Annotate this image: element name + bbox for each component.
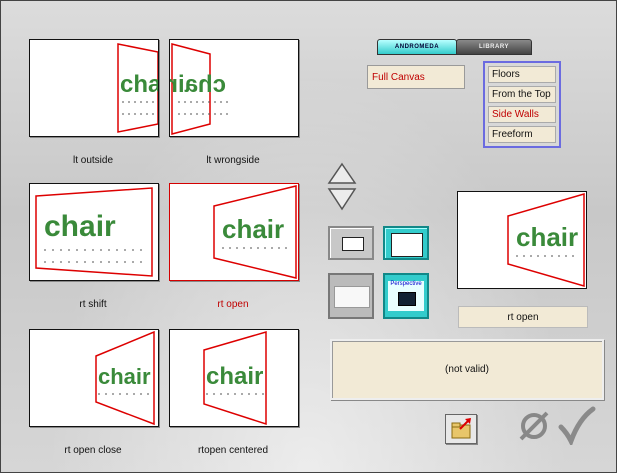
arrow-buttons [327,162,357,211]
menu-item-freeform[interactable]: Freeform [488,126,556,143]
picture-icon [398,292,416,306]
thumbnail-art: chair [170,43,230,135]
landscape-format-button[interactable] [328,226,374,260]
app-window: chair lt outside chair lt wrongside chai… [0,0,617,473]
arrow-up-icon[interactable] [327,162,357,184]
svg-text:chair: chair [516,222,578,252]
menu-item-floors[interactable]: Floors [488,66,556,83]
preview-art: chair [507,193,585,287]
thumbnail-caption: rt shift [79,299,107,310]
thumbnail-lt-wrongside[interactable]: chair [169,39,299,137]
wall-type-menu: Floors From the Top Side Walls Freeform [483,61,561,148]
canvas-dropdown[interactable]: Full Canvas [367,65,465,89]
fit-format-button[interactable] [383,226,429,260]
thumbnail-rt-open[interactable]: chair [169,183,299,281]
svg-text:chair: chair [170,71,226,98]
tab-andromeda[interactable]: ANDROMEDA [377,39,457,55]
thumbnail-art: chair [35,187,153,277]
canvas-preview-icon [334,286,370,308]
thumbnail-caption: rt open [217,299,249,310]
perspective-icon: Perspective [388,281,424,311]
thumbnail-rtopen-centered[interactable]: chair [169,329,299,427]
frame-icon [391,233,423,257]
perspective-button[interactable]: Perspective [383,273,429,319]
tab-library[interactable]: LIBRARY [456,39,532,55]
svg-text:chair: chair [206,363,263,390]
thumbnail-caption: rt open close [64,445,122,456]
thumbnail-rt-shift[interactable]: chair [29,183,159,281]
thumbnail-art: chair [213,185,297,279]
thumbnail-caption: rtopen centered [197,445,269,456]
thumbnail-caption: lt outside [72,155,114,166]
blank-canvas-button[interactable] [328,273,374,319]
thumbnail-art: chair [117,43,158,133]
svg-text:chair: chair [120,71,158,98]
thumbnail-art: chair [95,330,155,426]
menu-item-from-the-top[interactable]: From the Top [488,86,556,103]
svg-text:chair: chair [222,214,284,244]
thumbnail-rt-open-close[interactable]: chair [29,329,159,427]
frame-icon [342,237,364,251]
thumbnail-art: chair [203,331,267,426]
perspective-label: Perspective [390,281,422,287]
preview-thumbnail: chair [457,191,587,289]
svg-text:chair: chair [98,364,151,389]
thumbnail-caption: lt wrongside [206,155,260,166]
arrow-down-icon[interactable] [327,188,357,211]
checkmark-icon[interactable] [557,405,597,445]
folder-export-icon [451,418,471,439]
menu-item-side-walls[interactable]: Side Walls [488,106,556,123]
thumbnail-lt-outside[interactable]: chair [29,39,159,137]
export-button[interactable] [445,414,477,444]
preview-label: rt open [458,306,588,328]
cancel-icon[interactable] [517,409,551,443]
status-panel: (not valid) [330,339,604,400]
svg-text:chair: chair [44,210,116,243]
